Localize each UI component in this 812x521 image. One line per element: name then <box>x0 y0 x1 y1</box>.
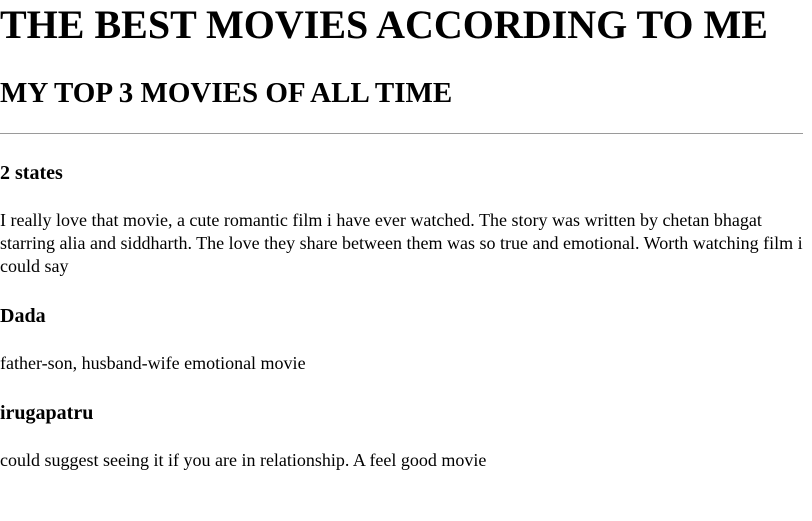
movie-title-dada: Dada <box>0 305 46 327</box>
movie-description-dada: father-son, husband-wife emotional movie <box>0 353 306 373</box>
page: THE BEST MOVIES ACCORDING TO ME MY TOP 3… <box>0 0 804 521</box>
page-title: THE BEST MOVIES ACCORDING TO ME <box>0 2 768 47</box>
page-subtitle: MY TOP 3 MOVIES OF ALL TIME <box>0 77 453 109</box>
divider <box>0 133 803 134</box>
movie-description-irugapatru: could suggest seeing it if you are in re… <box>0 450 487 470</box>
movie-title-irugapatru: irugapatru <box>0 402 94 424</box>
movie-description-2-states: I really love that movie, a cute romanti… <box>0 210 803 276</box>
movie-title-2-states: 2 states <box>0 162 63 184</box>
